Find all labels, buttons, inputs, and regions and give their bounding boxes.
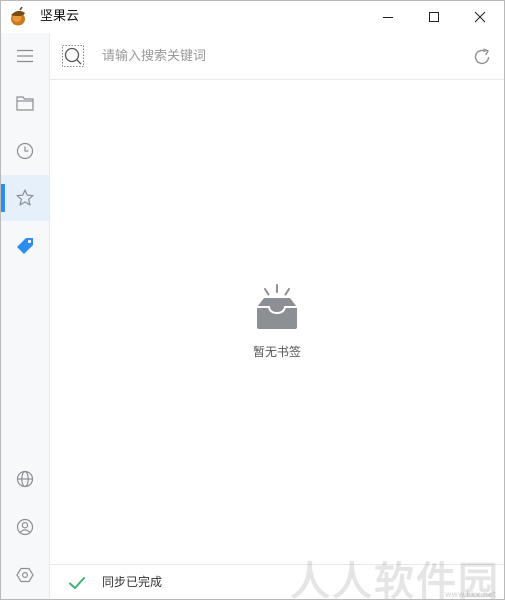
- active-indicator: [1, 184, 5, 212]
- sidebar-item-web[interactable]: [1, 456, 49, 502]
- app-window: 坚果云 请输入搜索关键词 暂无书签 同步已完成 人人软件园 www.kkx.ne…: [0, 0, 505, 600]
- clock-icon: [16, 142, 34, 160]
- main-panel: 暂无书签 同步已完成 人人软件园 www.kkx.net: [50, 33, 504, 599]
- checkmark-icon: [69, 577, 85, 589]
- window-title: 坚果云: [40, 9, 80, 24]
- sidebar-item-recent[interactable]: [1, 128, 49, 174]
- watermark-text: 人人软件园: [290, 559, 500, 600]
- refresh-icon: [474, 48, 490, 65]
- globe-icon: [16, 470, 34, 488]
- title-bar[interactable]: 坚果云: [1, 1, 504, 33]
- search-icon: [62, 45, 84, 67]
- nut-logo-icon: [11, 7, 25, 26]
- sidebar-item-account[interactable]: [1, 504, 49, 550]
- folder-icon: [16, 96, 34, 111]
- sync-status-text: 同步已完成: [102, 575, 163, 589]
- close-icon: [474, 11, 486, 23]
- sidebar-item-tags[interactable]: [1, 223, 49, 269]
- user-icon: [16, 518, 34, 536]
- hamburger-menu-icon: [17, 49, 33, 63]
- search-input[interactable]: [102, 44, 462, 68]
- settings-icon: [16, 567, 34, 583]
- minimize-button[interactable]: [365, 1, 411, 33]
- status-bar: 同步已完成 人人软件园 www.kkx.net: [50, 559, 504, 599]
- star-icon: [16, 189, 34, 206]
- sidebar-item-files[interactable]: [1, 80, 49, 126]
- search-button[interactable]: [62, 45, 84, 67]
- sidebar-item-menu[interactable]: [1, 33, 49, 79]
- close-button[interactable]: [457, 1, 503, 33]
- tag-icon: [17, 238, 33, 254]
- empty-state-text: 暂无书签: [252, 345, 301, 359]
- sidebar-item-settings[interactable]: [1, 552, 49, 598]
- maximize-button[interactable]: [411, 1, 457, 33]
- watermark-url: www.kkx.net: [444, 590, 496, 599]
- empty-inbox-icon: [257, 284, 297, 329]
- watermark: 人人软件园 www.kkx.net: [250, 559, 504, 599]
- refresh-button[interactable]: [470, 45, 494, 69]
- sidebar: [1, 33, 50, 599]
- sidebar-item-bookmarks[interactable]: [1, 175, 49, 221]
- maximize-icon: [429, 12, 439, 22]
- search-bar: [50, 33, 504, 80]
- empty-state: 暂无书签: [50, 283, 504, 360]
- minimize-icon: [383, 17, 393, 18]
